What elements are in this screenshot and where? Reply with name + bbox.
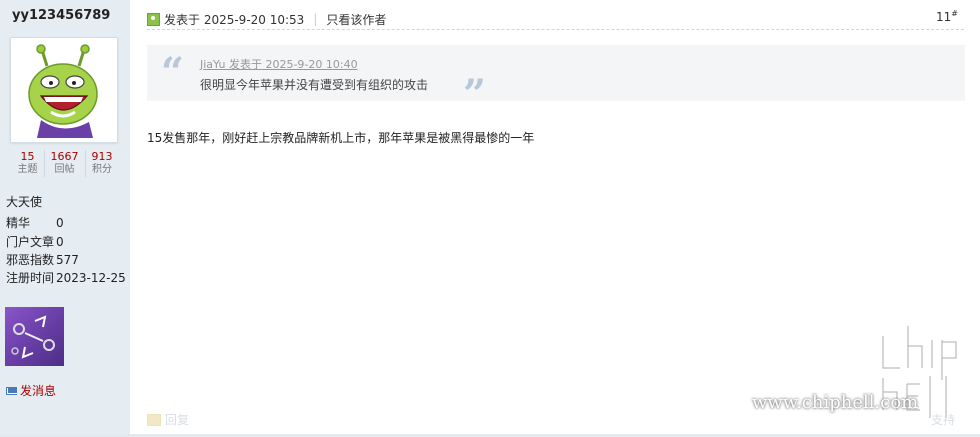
info-value: 0 — [56, 216, 64, 230]
reply-label: 回复 — [165, 413, 190, 427]
post-content: 15发售那年，刚好赶上宗教品牌新机上市，那年苹果是被黑得最惨的一年 — [147, 131, 535, 145]
info-row-digest: 精华 0 — [6, 214, 64, 231]
info-key: 邪恶指数 — [6, 253, 55, 267]
reply-icon — [147, 413, 161, 426]
reply-button[interactable]: 回复 — [147, 411, 189, 428]
floor-value: 11 — [936, 10, 952, 24]
info-value: 577 — [56, 253, 79, 267]
post-main: 发表于 2025-9-20 10:53 | 只看该作者 11# “ JiaYu … — [130, 0, 980, 437]
send-message-label: 发消息 — [20, 384, 57, 398]
user-sidebar: yy123456789 15 主题 1667 回帖 913 积分 大天使 精华 … — [0, 0, 130, 437]
floor-mark: # — [951, 9, 958, 18]
stat-value: 1667 — [50, 150, 79, 163]
stat-value: 913 — [91, 150, 113, 163]
user-stats: 15 主题 1667 回帖 913 积分 — [0, 150, 130, 177]
info-key: 门户文章 — [6, 235, 55, 249]
quote-block: “ JiaYu 发表于 2025-9-20 10:40 很明显今年苹果并没有遭受… — [147, 45, 965, 118]
online-status-icon — [147, 12, 160, 26]
watermark-url: www.chiphell.com — [752, 392, 919, 413]
envelope-icon — [6, 386, 17, 395]
floor-number[interactable]: 11# — [936, 9, 958, 24]
info-row-register-date: 注册时间 2023-12-25 — [6, 269, 126, 286]
stat-points[interactable]: 913 积分 — [84, 150, 119, 177]
info-row-articles: 门户文章 0 — [6, 233, 64, 250]
user-rank[interactable]: 大天使 — [6, 193, 42, 210]
site-watermark: www.chiphell.com — [750, 318, 980, 428]
avatar-alien-icon — [28, 44, 98, 138]
info-value: 2023-12-25 — [56, 271, 126, 285]
stat-label: 回帖 — [54, 164, 75, 175]
stat-label: 主题 — [17, 164, 38, 175]
quote-text: 很明显今年苹果并没有遭受到有组织的攻击 — [200, 78, 429, 92]
info-value: 0 — [56, 235, 64, 249]
medal-badge[interactable] — [5, 307, 64, 366]
send-message-link[interactable]: 发消息 — [6, 382, 56, 399]
user-avatar[interactable] — [10, 37, 118, 143]
stat-value: 15 — [20, 150, 35, 163]
stat-topics[interactable]: 15 主题 — [12, 150, 44, 177]
stat-label: 积分 — [92, 164, 112, 175]
divider: | — [313, 12, 318, 26]
info-row-evil-index: 邪恶指数 577 — [6, 251, 79, 268]
close-quote-icon: ” — [463, 71, 487, 118]
post-header: 发表于 2025-9-20 10:53 | 只看该作者 11# — [147, 9, 964, 30]
quote-author-link[interactable]: JiaYu 发表于 2025-9-20 10:40 — [200, 56, 358, 72]
info-key: 注册时间 — [6, 271, 55, 285]
info-key: 精华 — [6, 216, 31, 230]
post-timestamp: 发表于 2025-9-20 10:53 — [164, 12, 305, 27]
open-quote-icon: “ — [161, 49, 185, 96]
only-author-link[interactable]: 只看该作者 — [326, 11, 386, 28]
username[interactable]: yy123456789 — [12, 8, 110, 23]
stat-replies[interactable]: 1667 回帖 — [43, 150, 85, 177]
medal-icon — [11, 315, 55, 359]
